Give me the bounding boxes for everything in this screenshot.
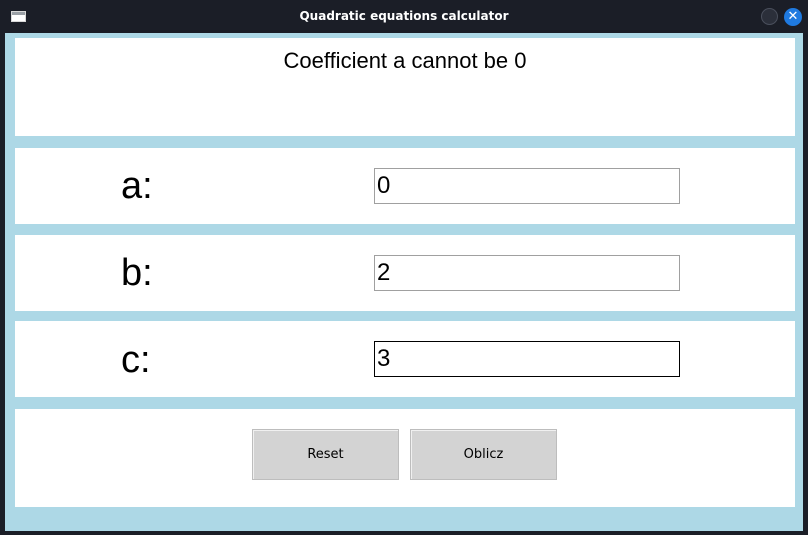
close-button[interactable]: ✕ [784, 8, 802, 26]
message-panel: Coefficient a cannot be 0 [15, 38, 795, 136]
coefficient-b-input[interactable] [374, 255, 680, 291]
row-b: b: [15, 235, 795, 311]
coefficient-b-label: b: [121, 252, 153, 294]
title-bar: Quadratic equations calculator ✕ [0, 0, 808, 33]
row-c: c: [15, 321, 795, 397]
coefficient-c-input[interactable] [374, 341, 680, 377]
coefficient-a-label: a: [121, 165, 153, 207]
reset-button[interactable]: Reset [252, 429, 399, 480]
close-icon: ✕ [787, 9, 799, 24]
calculate-button[interactable]: Oblicz [410, 429, 557, 480]
minimize-button[interactable] [761, 8, 778, 25]
coefficient-a-input[interactable] [374, 168, 680, 204]
row-a: a: [15, 148, 795, 224]
coefficient-c-label: c: [121, 339, 151, 381]
main-area: Coefficient a cannot be 0 a: b: c: Reset… [5, 33, 803, 531]
app-window: Quadratic equations calculator ✕ Coeffic… [0, 0, 808, 535]
button-panel: Reset Oblicz [15, 409, 795, 507]
window-title: Quadratic equations calculator [299, 9, 509, 23]
error-message: Coefficient a cannot be 0 [283, 48, 527, 73]
